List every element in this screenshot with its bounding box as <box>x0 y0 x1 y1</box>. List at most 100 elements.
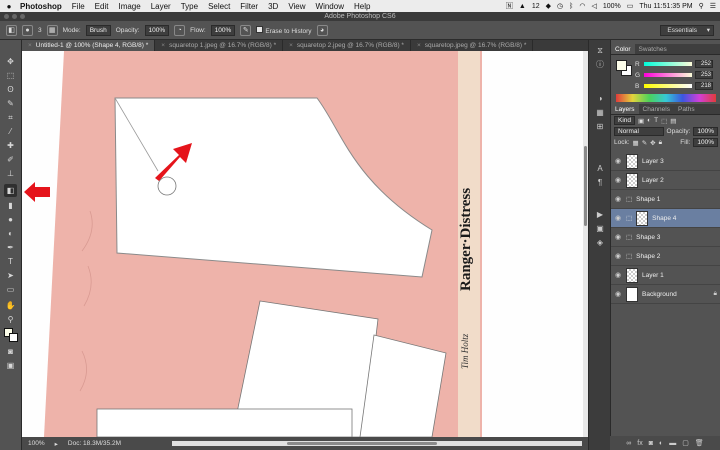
clone-source-panel-icon[interactable]: ⊞ <box>594 122 606 132</box>
menu-edit[interactable]: Edit <box>95 2 109 11</box>
zoom-window-button[interactable] <box>20 14 25 19</box>
eyedropper-tool-icon[interactable]: ⁄ <box>4 126 17 137</box>
close-tab-icon[interactable]: × <box>289 40 293 51</box>
brush-preset-picker[interactable]: ● <box>22 24 33 36</box>
quick-mask-icon[interactable]: ◙ <box>4 346 17 357</box>
filter-adjust-icon[interactable]: ◐ <box>647 117 651 124</box>
new-group-icon[interactable]: ▬ <box>669 440 676 447</box>
doc-tab-squaretop-1[interactable]: × squaretop 1.jpeg @ 16.7% (RGB/8) * <box>155 40 284 51</box>
canvas-artwork[interactable]: Ranger·Distress Tim Holtz <box>22 51 588 437</box>
rectangle-tool-icon[interactable]: ▭ <box>4 284 17 295</box>
green-value[interactable]: 253 <box>695 71 713 79</box>
red-slider[interactable] <box>644 62 692 66</box>
apple-menu-icon[interactable]: ● <box>4 2 14 11</box>
lasso-tool-icon[interactable]: ʘ <box>4 84 17 95</box>
notification-center-icon[interactable]: ☰ <box>710 2 716 10</box>
menu-3d[interactable]: 3D <box>268 2 278 11</box>
layer-opacity-field[interactable]: 100% <box>693 127 718 136</box>
notification-icon[interactable]: 🄽 <box>506 1 513 11</box>
layer-lock-icon[interactable]: 🔒︎ <box>714 290 717 298</box>
doc-size[interactable]: Doc: 18.3M/35.2M <box>68 440 121 447</box>
workspace-select[interactable]: Essentials <box>660 24 714 36</box>
filter-smart-icon[interactable]: ▤ <box>670 117 676 125</box>
visibility-eye-icon[interactable]: ◉ <box>614 271 622 279</box>
lock-all-icon[interactable]: 🔒︎ <box>659 139 662 147</box>
spotlight-icon[interactable]: ⚲ <box>699 2 704 10</box>
menu-help[interactable]: Help <box>354 2 370 11</box>
move-tool-icon[interactable]: ✥ <box>4 56 17 67</box>
blur-tool-icon[interactable]: ● <box>4 214 17 225</box>
delete-layer-icon[interactable]: 🗑︎ <box>695 439 704 447</box>
layer-fill-field[interactable]: 100% <box>693 138 718 147</box>
red-value[interactable]: 252 <box>695 60 713 68</box>
menu-select[interactable]: Select <box>208 2 230 11</box>
brush-tool-icon[interactable]: ✐ <box>4 154 17 165</box>
menu-layer[interactable]: Layer <box>151 2 171 11</box>
background-color-swatch[interactable] <box>9 333 18 342</box>
layer-row-background[interactable]: ◉ Background 🔒︎ <box>611 285 720 304</box>
layer-row-layer-3[interactable]: ◉ Layer 3 <box>611 152 720 171</box>
visibility-eye-icon[interactable]: ◉ <box>614 176 622 184</box>
menu-file[interactable]: File <box>72 2 85 11</box>
pressure-opacity-icon[interactable]: ◔ <box>174 24 186 36</box>
menu-app-name[interactable]: Photoshop <box>20 2 62 11</box>
3d-panel-icon[interactable]: ◈ <box>594 238 606 248</box>
visibility-eye-icon[interactable]: ◉ <box>614 214 622 222</box>
lock-pixels-icon[interactable]: ✎ <box>642 139 647 147</box>
menu-view[interactable]: View <box>288 2 305 11</box>
bluetooth-icon[interactable]: ᛒ <box>569 3 573 10</box>
menu-filter[interactable]: Filter <box>240 2 258 11</box>
pen-tool-icon[interactable]: ✒ <box>4 242 17 253</box>
actions-panel-icon[interactable]: ▶ <box>594 210 606 220</box>
link-layers-icon[interactable]: ∞ <box>626 440 631 447</box>
visibility-eye-icon[interactable]: ◉ <box>614 252 622 260</box>
menu-image[interactable]: Image <box>118 2 140 11</box>
airbrush-icon[interactable]: ✎ <box>240 24 252 36</box>
battery-percent[interactable]: 100% <box>603 3 621 10</box>
color-fg-swatch[interactable] <box>616 60 627 71</box>
zoom-level[interactable]: 100% <box>28 440 45 447</box>
tab-color[interactable]: Color <box>611 44 635 54</box>
visibility-eye-icon[interactable]: ◉ <box>614 157 622 165</box>
layer-style-icon[interactable]: fx <box>637 440 642 447</box>
paragraph-panel-icon[interactable]: ¶ <box>594 178 606 188</box>
history-panel-icon[interactable]: ⧖ <box>594 46 606 56</box>
color-spectrum[interactable] <box>616 94 716 102</box>
clock[interactable]: Thu 11:51:35 PM <box>639 3 692 10</box>
blue-value[interactable]: 218 <box>695 82 713 90</box>
styles-panel-icon[interactable]: ▣ <box>594 224 606 234</box>
add-mask-icon[interactable]: ◙ <box>649 440 653 447</box>
crop-tool-icon[interactable]: ⌗ <box>4 112 17 123</box>
minimize-window-button[interactable] <box>12 14 17 19</box>
screen-mode-icon[interactable]: ▣ <box>4 360 17 371</box>
healing-brush-tool-icon[interactable]: ✚ <box>4 140 17 151</box>
adjustments-panel-icon[interactable]: ◑ <box>594 94 606 104</box>
filter-type-icon[interactable]: T <box>654 117 658 124</box>
status-count[interactable]: 12 <box>532 3 540 10</box>
horizontal-scrollbar[interactable] <box>172 441 582 446</box>
dodge-tool-icon[interactable]: ◐ <box>4 228 17 239</box>
time-machine-icon[interactable]: ◷ <box>557 2 563 10</box>
close-tab-icon[interactable]: × <box>417 40 421 51</box>
vertical-scroll-thumb[interactable] <box>584 146 587 226</box>
document-canvas[interactable]: Ranger·Distress Tim Holtz <box>22 51 588 437</box>
quick-select-tool-icon[interactable]: ✎ <box>4 98 17 109</box>
visibility-eye-icon[interactable]: ◉ <box>614 233 622 241</box>
brush-presets-panel-icon[interactable]: ▦ <box>594 108 606 118</box>
character-panel-icon[interactable]: A <box>594 164 606 174</box>
lock-position-icon[interactable]: ✥ <box>650 139 655 147</box>
layer-row-shape-2[interactable]: ◉ ⬚ Shape 2 <box>611 247 720 266</box>
visibility-eye-icon[interactable]: ◉ <box>614 195 622 203</box>
gradient-tool-icon[interactable]: ▮ <box>4 200 17 211</box>
visibility-eye-icon[interactable]: ◉ <box>614 290 622 298</box>
layer-row-shape-1[interactable]: ◉ ⬚ Shape 1 <box>611 190 720 209</box>
filter-pixel-icon[interactable]: ▣ <box>638 117 644 125</box>
marquee-tool-icon[interactable]: ⬚ <box>4 70 17 81</box>
doc-tab-squaretop-2[interactable]: × squaretop 2.jpeg @ 16.7% (RGB/8) * <box>283 40 411 51</box>
kind-filter-select[interactable]: Kind <box>614 116 636 125</box>
battery-icon[interactable]: ▭ <box>627 2 634 10</box>
flow-field[interactable]: 100% <box>210 24 236 36</box>
menu-type[interactable]: Type <box>181 2 198 11</box>
close-tab-icon[interactable]: × <box>28 40 32 51</box>
hand-tool-icon[interactable]: ✋ <box>4 300 17 311</box>
